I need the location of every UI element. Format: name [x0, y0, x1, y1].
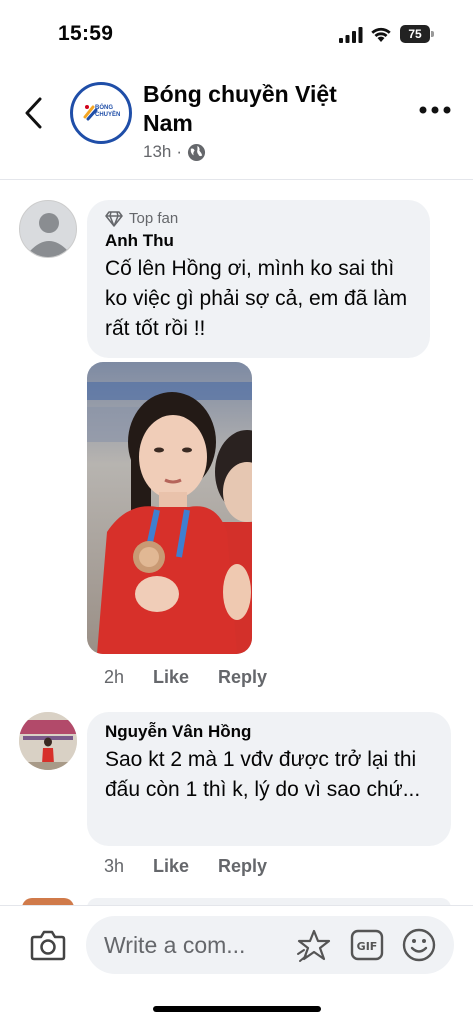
comment-actions: 3h Like Reply [104, 856, 267, 877]
like-button[interactable]: Like [153, 856, 218, 877]
globe-icon [187, 143, 206, 161]
status-bar: 15:59 75 [0, 0, 473, 70]
profile-photo-image [19, 712, 77, 770]
page-avatar[interactable]: BÓNG CHUYỀN [70, 82, 132, 144]
emoji-icon[interactable] [402, 928, 436, 962]
top-fan-badge: Top fan [105, 210, 414, 227]
comment-actions: 2h Like Reply [104, 667, 267, 688]
status-time: 15:59 [58, 22, 114, 45]
meta-separator: · [176, 142, 183, 161]
battery-tip [431, 31, 434, 37]
comment-bubble[interactable]: Nguyễn Vân Hồng Sao kt 2 mà 1 vđv được t… [87, 712, 451, 846]
post-meta: 13h · [143, 142, 206, 162]
comment-input-placeholder: Write a com... [104, 932, 246, 958]
comment-time: 2h [104, 667, 125, 687]
commenter-name[interactable]: Anh Thu [105, 231, 414, 251]
battery-indicator: 75 [400, 25, 434, 43]
back-arrow-icon[interactable] [22, 96, 46, 130]
more-options-icon[interactable] [418, 104, 452, 116]
top-fan-label: Top fan [129, 210, 179, 227]
post-age: 13h [143, 142, 172, 161]
like-button[interactable]: Like [153, 667, 218, 688]
default-profile-icon [30, 213, 68, 257]
commenter-name[interactable]: Nguyễn Vân Hồng [105, 722, 435, 742]
commenter-avatar[interactable] [19, 712, 77, 770]
comment-input[interactable]: Write a com... GIF [86, 916, 454, 974]
logo-text: BÓNG CHUYỀN [95, 105, 121, 118]
page-title[interactable]: Bóng chuyền Việt Nam [143, 80, 373, 138]
wifi-icon [371, 27, 391, 42]
comment-text: Sao kt 2 mà 1 vđv được trở lại thi đấu c… [105, 748, 421, 801]
reply-button[interactable]: Reply [218, 667, 267, 688]
comment-composer: Write a com... GIF [0, 905, 473, 1024]
commenter-avatar[interactable] [19, 200, 77, 258]
comment-bubble[interactable]: Top fan Anh Thu Cố lên Hồng ơi, mình ko … [87, 200, 430, 358]
diamond-icon [105, 210, 123, 227]
comment-text: Cố lên Hồng ơi, mình ko sai thì ko việc … [105, 257, 408, 340]
comment-time: 3h [104, 856, 125, 876]
selfie-image [87, 362, 252, 654]
sticker-icon[interactable] [296, 928, 332, 964]
gif-icon[interactable]: GIF [350, 929, 384, 961]
comment-photo[interactable] [87, 362, 252, 654]
svg-text:GIF: GIF [357, 940, 378, 953]
battery-percentage: 75 [408, 27, 422, 41]
home-indicator[interactable] [153, 1006, 321, 1012]
reply-button[interactable]: Reply [218, 856, 267, 877]
cellular-signal-icon [339, 27, 363, 43]
post-header: BÓNG CHUYỀN Bóng chuyền Việt Nam 13h · [0, 70, 473, 180]
camera-icon[interactable] [30, 928, 66, 962]
